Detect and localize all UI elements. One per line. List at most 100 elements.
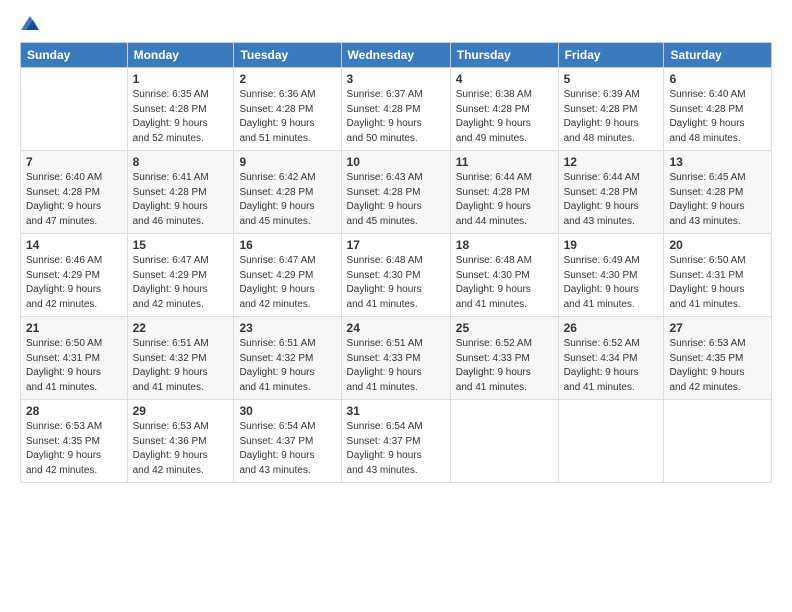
day-info: Sunrise: 6:44 AM Sunset: 4:28 PM Dayligh… bbox=[456, 171, 553, 229]
day-info: Sunrise: 6:50 AM Sunset: 4:31 PM Dayligh… bbox=[669, 254, 766, 312]
calendar-cell: 21 Sunrise: 6:50 AM Sunset: 4:31 PM Dayli… bbox=[21, 317, 128, 400]
calendar-cell: 9 Sunrise: 6:42 AM Sunset: 4:28 PM Daylig… bbox=[234, 151, 341, 234]
day-info: Sunrise: 6:44 AM Sunset: 4:28 PM Dayligh… bbox=[564, 171, 659, 229]
calendar-header-wednesday: Wednesday bbox=[341, 43, 450, 68]
calendar-cell bbox=[558, 400, 664, 483]
day-number: 19 bbox=[564, 238, 659, 252]
day-info: Sunrise: 6:48 AM Sunset: 4:30 PM Dayligh… bbox=[347, 254, 445, 312]
calendar-header-sunday: Sunday bbox=[21, 43, 128, 68]
day-info: Sunrise: 6:38 AM Sunset: 4:28 PM Dayligh… bbox=[456, 88, 553, 146]
header bbox=[20, 16, 772, 32]
day-info: Sunrise: 6:37 AM Sunset: 4:28 PM Dayligh… bbox=[347, 88, 445, 146]
calendar-cell: 29 Sunrise: 6:53 AM Sunset: 4:36 PM Dayli… bbox=[127, 400, 234, 483]
calendar-header-tuesday: Tuesday bbox=[234, 43, 341, 68]
calendar-cell: 30 Sunrise: 6:54 AM Sunset: 4:37 PM Dayli… bbox=[234, 400, 341, 483]
day-number: 25 bbox=[456, 321, 553, 335]
day-info: Sunrise: 6:53 AM Sunset: 4:35 PM Dayligh… bbox=[26, 420, 122, 478]
calendar-cell: 3 Sunrise: 6:37 AM Sunset: 4:28 PM Daylig… bbox=[341, 68, 450, 151]
calendar-cell: 4 Sunrise: 6:38 AM Sunset: 4:28 PM Daylig… bbox=[450, 68, 558, 151]
day-number: 28 bbox=[26, 404, 122, 418]
day-number: 24 bbox=[347, 321, 445, 335]
calendar-header-saturday: Saturday bbox=[664, 43, 772, 68]
day-number: 14 bbox=[26, 238, 122, 252]
calendar-cell: 7Sunrise: 6:40 AM Sunset: 4:28 PM Daylig… bbox=[21, 151, 128, 234]
day-number: 27 bbox=[669, 321, 766, 335]
day-number: 15 bbox=[133, 238, 229, 252]
day-info: Sunrise: 6:40 AM Sunset: 4:28 PM Dayligh… bbox=[669, 88, 766, 146]
day-info: Sunrise: 6:53 AM Sunset: 4:36 PM Dayligh… bbox=[133, 420, 229, 478]
day-info: Sunrise: 6:47 AM Sunset: 4:29 PM Dayligh… bbox=[239, 254, 335, 312]
day-info: Sunrise: 6:54 AM Sunset: 4:37 PM Dayligh… bbox=[347, 420, 445, 478]
day-number: 31 bbox=[347, 404, 445, 418]
day-number: 13 bbox=[669, 155, 766, 169]
day-number: 17 bbox=[347, 238, 445, 252]
calendar-week-1: 7Sunrise: 6:40 AM Sunset: 4:28 PM Daylig… bbox=[21, 151, 772, 234]
calendar-cell bbox=[450, 400, 558, 483]
day-number: 26 bbox=[564, 321, 659, 335]
day-number: 6 bbox=[669, 72, 766, 86]
day-info: Sunrise: 6:36 AM Sunset: 4:28 PM Dayligh… bbox=[239, 88, 335, 146]
day-number: 30 bbox=[239, 404, 335, 418]
page: SundayMondayTuesdayWednesdayThursdayFrid… bbox=[0, 0, 792, 612]
calendar-cell: 12Sunrise: 6:44 AM Sunset: 4:28 PM Dayli… bbox=[558, 151, 664, 234]
day-info: Sunrise: 6:45 AM Sunset: 4:28 PM Dayligh… bbox=[669, 171, 766, 229]
calendar-cell: 10Sunrise: 6:43 AM Sunset: 4:28 PM Dayli… bbox=[341, 151, 450, 234]
calendar-table: SundayMondayTuesdayWednesdayThursdayFrid… bbox=[20, 42, 772, 483]
day-info: Sunrise: 6:35 AM Sunset: 4:28 PM Dayligh… bbox=[133, 88, 229, 146]
logo-text bbox=[20, 16, 39, 32]
day-info: Sunrise: 6:42 AM Sunset: 4:28 PM Dayligh… bbox=[239, 171, 335, 229]
day-info: Sunrise: 6:53 AM Sunset: 4:35 PM Dayligh… bbox=[669, 337, 766, 395]
calendar-cell: 8Sunrise: 6:41 AM Sunset: 4:28 PM Daylig… bbox=[127, 151, 234, 234]
day-number: 9 bbox=[239, 155, 335, 169]
day-number: 18 bbox=[456, 238, 553, 252]
day-info: Sunrise: 6:54 AM Sunset: 4:37 PM Dayligh… bbox=[239, 420, 335, 478]
day-info: Sunrise: 6:46 AM Sunset: 4:29 PM Dayligh… bbox=[26, 254, 122, 312]
calendar-cell: 28 Sunrise: 6:53 AM Sunset: 4:35 PM Dayli… bbox=[21, 400, 128, 483]
calendar-cell: 13 Sunrise: 6:45 AM Sunset: 4:28 PM Dayli… bbox=[664, 151, 772, 234]
day-info: Sunrise: 6:39 AM Sunset: 4:28 PM Dayligh… bbox=[564, 88, 659, 146]
calendar-week-2: 14 Sunrise: 6:46 AM Sunset: 4:29 PM Dayli… bbox=[21, 234, 772, 317]
day-number: 29 bbox=[133, 404, 229, 418]
day-info: Sunrise: 6:49 AM Sunset: 4:30 PM Dayligh… bbox=[564, 254, 659, 312]
calendar-cell: 22Sunrise: 6:51 AM Sunset: 4:32 PM Dayli… bbox=[127, 317, 234, 400]
day-number: 2 bbox=[239, 72, 335, 86]
day-number: 1 bbox=[133, 72, 229, 86]
calendar-header-thursday: Thursday bbox=[450, 43, 558, 68]
calendar-header-monday: Monday bbox=[127, 43, 234, 68]
calendar-week-4: 28 Sunrise: 6:53 AM Sunset: 4:35 PM Dayli… bbox=[21, 400, 772, 483]
calendar-week-0: 1 Sunrise: 6:35 AM Sunset: 4:28 PM Daylig… bbox=[21, 68, 772, 151]
day-info: Sunrise: 6:48 AM Sunset: 4:30 PM Dayligh… bbox=[456, 254, 553, 312]
calendar-cell bbox=[664, 400, 772, 483]
day-info: Sunrise: 6:52 AM Sunset: 4:33 PM Dayligh… bbox=[456, 337, 553, 395]
calendar-cell: 6 Sunrise: 6:40 AM Sunset: 4:28 PM Daylig… bbox=[664, 68, 772, 151]
calendar-cell: 27 Sunrise: 6:53 AM Sunset: 4:35 PM Dayli… bbox=[664, 317, 772, 400]
calendar-cell: 11 Sunrise: 6:44 AM Sunset: 4:28 PM Dayli… bbox=[450, 151, 558, 234]
calendar-cell: 31 Sunrise: 6:54 AM Sunset: 4:37 PM Dayli… bbox=[341, 400, 450, 483]
calendar-cell: 14 Sunrise: 6:46 AM Sunset: 4:29 PM Dayli… bbox=[21, 234, 128, 317]
calendar-header-friday: Friday bbox=[558, 43, 664, 68]
day-number: 5 bbox=[564, 72, 659, 86]
day-info: Sunrise: 6:41 AM Sunset: 4:28 PM Dayligh… bbox=[133, 171, 229, 229]
day-info: Sunrise: 6:51 AM Sunset: 4:33 PM Dayligh… bbox=[347, 337, 445, 395]
calendar-cell: 16Sunrise: 6:47 AM Sunset: 4:29 PM Dayli… bbox=[234, 234, 341, 317]
calendar-cell bbox=[21, 68, 128, 151]
calendar-cell: 2 Sunrise: 6:36 AM Sunset: 4:28 PM Daylig… bbox=[234, 68, 341, 151]
calendar-header-row: SundayMondayTuesdayWednesdayThursdayFrid… bbox=[21, 43, 772, 68]
calendar-cell: 23Sunrise: 6:51 AM Sunset: 4:32 PM Dayli… bbox=[234, 317, 341, 400]
calendar-cell: 25 Sunrise: 6:52 AM Sunset: 4:33 PM Dayli… bbox=[450, 317, 558, 400]
calendar-week-3: 21 Sunrise: 6:50 AM Sunset: 4:31 PM Dayli… bbox=[21, 317, 772, 400]
day-number: 21 bbox=[26, 321, 122, 335]
day-number: 22 bbox=[133, 321, 229, 335]
calendar-cell: 15Sunrise: 6:47 AM Sunset: 4:29 PM Dayli… bbox=[127, 234, 234, 317]
day-number: 11 bbox=[456, 155, 553, 169]
calendar-cell: 1 Sunrise: 6:35 AM Sunset: 4:28 PM Daylig… bbox=[127, 68, 234, 151]
calendar-cell: 5 Sunrise: 6:39 AM Sunset: 4:28 PM Daylig… bbox=[558, 68, 664, 151]
day-number: 7 bbox=[26, 155, 122, 169]
day-info: Sunrise: 6:51 AM Sunset: 4:32 PM Dayligh… bbox=[239, 337, 335, 395]
calendar-cell: 20 Sunrise: 6:50 AM Sunset: 4:31 PM Dayli… bbox=[664, 234, 772, 317]
day-number: 20 bbox=[669, 238, 766, 252]
day-number: 4 bbox=[456, 72, 553, 86]
day-number: 10 bbox=[347, 155, 445, 169]
day-info: Sunrise: 6:50 AM Sunset: 4:31 PM Dayligh… bbox=[26, 337, 122, 395]
day-number: 3 bbox=[347, 72, 445, 86]
